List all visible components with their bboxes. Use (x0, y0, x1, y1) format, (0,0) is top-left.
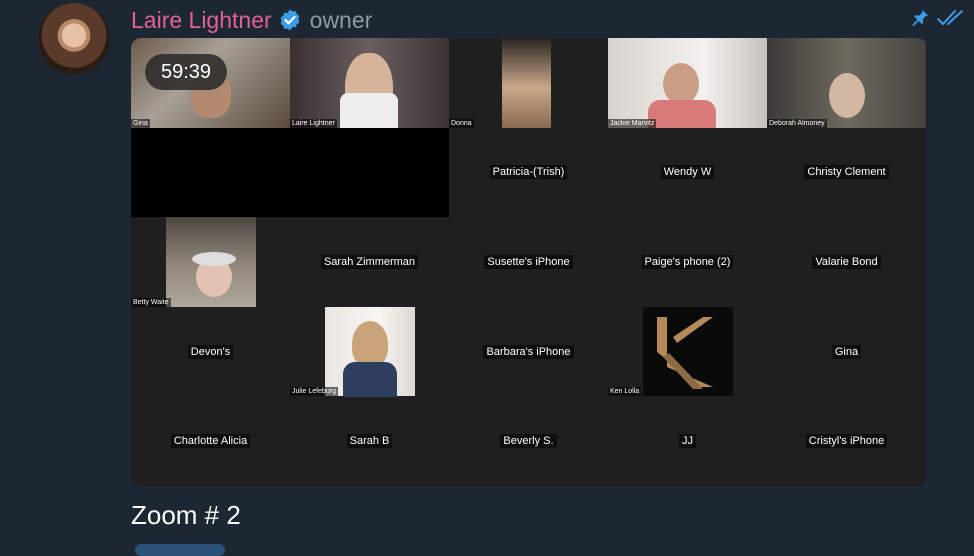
message-caption: Zoom # 2 (131, 500, 241, 530)
name-tile: Gina (767, 307, 926, 397)
message-header: Laire Lightner owner (131, 5, 372, 35)
participant-name: Donna (449, 118, 474, 128)
participant-name: Charlotte Alicia (170, 434, 251, 449)
participant-video (502, 38, 551, 128)
participant-name: Gina (831, 344, 862, 359)
participant-name: JJ (679, 434, 696, 449)
video-tile: Julie Lefeburg (290, 306, 449, 397)
double-check-icon (936, 8, 966, 33)
participant-video (325, 306, 415, 397)
participant-name: Jackie Marvitz (608, 118, 657, 128)
video-tile: Laire Lightner (290, 38, 449, 128)
video-tile: Ken Lolla (608, 306, 767, 397)
message-status-icons (910, 8, 966, 33)
participant-name: Beverly S. (500, 434, 557, 449)
participant-name: Gina (131, 118, 150, 128)
participant-name: Julie Lefeburg (290, 387, 338, 397)
name-tile: Susette's iPhone (449, 217, 608, 307)
participant-name: Valarie Bond (812, 254, 881, 269)
participant-name: Christy Clement (804, 165, 889, 180)
video-tile: 59:39 Gina (131, 38, 290, 128)
sender-avatar[interactable] (38, 3, 110, 75)
zoom-gallery-grid: 59:39 Gina Laire Lightner Donna Jackie M… (131, 38, 927, 486)
participant-name: Sarah B (346, 434, 393, 449)
name-tile: Christy Clement (767, 128, 926, 218)
name-tile: Sarah B (290, 396, 449, 486)
participant-name: Susette's iPhone (484, 254, 573, 269)
name-tile: Barbara's iPhone (449, 307, 608, 397)
video-tile: Donna (449, 38, 608, 128)
participant-video (608, 38, 767, 128)
participant-video (166, 217, 256, 307)
name-tile: Paige's phone (2) (608, 217, 767, 307)
participant-name: Deborah Almoney (767, 118, 827, 128)
meeting-timer: 59:39 (145, 54, 227, 90)
name-tile: Patricia-(Trish) (449, 128, 608, 218)
verified-badge-icon (278, 8, 302, 32)
video-tile: Deborah Almoney (767, 38, 926, 128)
name-tile: JJ (608, 396, 767, 486)
participant-video (767, 38, 926, 128)
name-tile: Sarah Zimmerman (290, 217, 449, 307)
zoom-screenshot-photo[interactable]: 59:39 Gina Laire Lightner Donna Jackie M… (131, 38, 927, 486)
participant-name: Paige's phone (2) (641, 254, 734, 269)
name-tile: Devon's (131, 307, 290, 397)
participant-name: Devon's (187, 344, 234, 359)
name-tile: Wendy W (608, 128, 767, 218)
participant-name: Sarah Zimmerman (320, 254, 419, 269)
video-tile: Jackie Marvitz (608, 38, 767, 128)
pin-icon[interactable] (910, 8, 930, 33)
participant-video (290, 38, 449, 128)
sender-name[interactable]: Laire Lightner (131, 7, 272, 34)
k-logo-icon (657, 316, 713, 389)
reaction-bubble[interactable] (135, 544, 225, 556)
participant-video (643, 306, 733, 397)
participant-name: Laire Lightner (290, 118, 337, 128)
participant-name: Barbara's iPhone (483, 344, 574, 359)
name-tile: Valarie Bond (767, 217, 926, 307)
sender-role: owner (309, 6, 373, 33)
participant-name: Betty Waite (131, 297, 171, 307)
participant-name: Ken Lolla (608, 387, 642, 397)
name-tile: Charlotte Alicia (131, 396, 290, 486)
name-tile: Beverly S. (449, 396, 608, 486)
participant-name: Patricia-(Trish) (489, 165, 568, 180)
video-tile: Betty Waite (131, 217, 290, 307)
black-video-area (131, 127, 449, 218)
participant-name: Cristyl's iPhone (805, 434, 888, 449)
name-tile: Cristyl's iPhone (767, 396, 926, 486)
participant-name: Wendy W (660, 165, 715, 180)
